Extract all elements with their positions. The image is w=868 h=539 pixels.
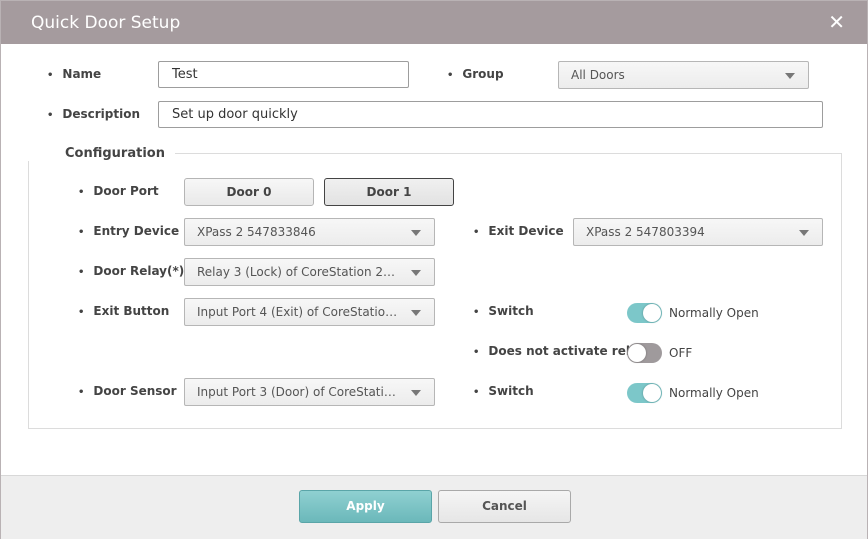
group-select[interactable]: All Doors: [558, 61, 809, 89]
toggle-knob: [643, 384, 661, 402]
exit-device-select[interactable]: XPass 2 547803394: [573, 218, 823, 246]
chevron-down-icon: [411, 310, 421, 316]
door-sensor-label: • Door Sensor: [78, 384, 177, 398]
dialog-title: Quick Door Setup: [31, 13, 181, 33]
description-input[interactable]: Set up door quickly: [158, 101, 823, 128]
exit-button-switch-state: Normally Open: [669, 306, 759, 320]
apply-button[interactable]: Apply: [299, 490, 432, 523]
close-icon[interactable]: ✕: [828, 10, 845, 35]
chevron-down-icon: [411, 230, 421, 236]
chevron-down-icon: [785, 73, 795, 79]
door-port-label: • Door Port: [78, 184, 159, 198]
entry-device-select[interactable]: XPass 2 547833846: [184, 218, 435, 246]
configuration-legend: Configuration: [28, 146, 175, 161]
chevron-down-icon: [411, 270, 421, 276]
door-1-button[interactable]: Door 1: [324, 178, 454, 206]
door-sensor-switch-toggle[interactable]: [627, 383, 662, 403]
dialog-footer: [1, 475, 867, 539]
cancel-button[interactable]: Cancel: [438, 490, 571, 523]
does-not-activate-relay-label: • Does not activate relay: [473, 344, 646, 358]
door-sensor-switch-label: • Switch: [473, 384, 534, 398]
group-label: • Group: [447, 67, 504, 81]
does-not-activate-relay-toggle[interactable]: [627, 343, 662, 363]
door-relay-select[interactable]: Relay 3 (Lock) of CoreStation 20 5…: [184, 258, 435, 286]
exit-button-switch-toggle[interactable]: [627, 303, 662, 323]
chevron-down-icon: [411, 390, 421, 396]
exit-button-select[interactable]: Input Port 4 (Exit) of CoreStation 2…: [184, 298, 435, 326]
door-relay-label: • Door Relay(*): [78, 264, 185, 278]
exit-button-switch-label: • Switch: [473, 304, 534, 318]
dialog-titlebar: Quick Door Setup ✕: [1, 1, 867, 44]
chevron-down-icon: [799, 230, 809, 236]
door-sensor-switch-state: Normally Open: [669, 386, 759, 400]
description-label: • Description: [47, 107, 141, 121]
name-label: • Name: [47, 67, 102, 81]
name-input[interactable]: Test: [158, 61, 409, 88]
does-not-activate-relay-state: OFF: [669, 346, 693, 360]
quick-door-setup-dialog: Quick Door Setup ✕ • Name Test • Group All…: [0, 0, 868, 539]
exit-button-label: • Exit Button: [78, 304, 170, 318]
entry-device-label: • Entry Device: [78, 224, 180, 238]
door-sensor-select[interactable]: Input Port 3 (Door) of CoreStation …: [184, 378, 435, 406]
toggle-knob: [628, 344, 646, 362]
toggle-knob: [643, 304, 661, 322]
exit-device-label: • Exit Device: [473, 224, 564, 238]
door-0-button[interactable]: Door 0: [184, 178, 314, 206]
